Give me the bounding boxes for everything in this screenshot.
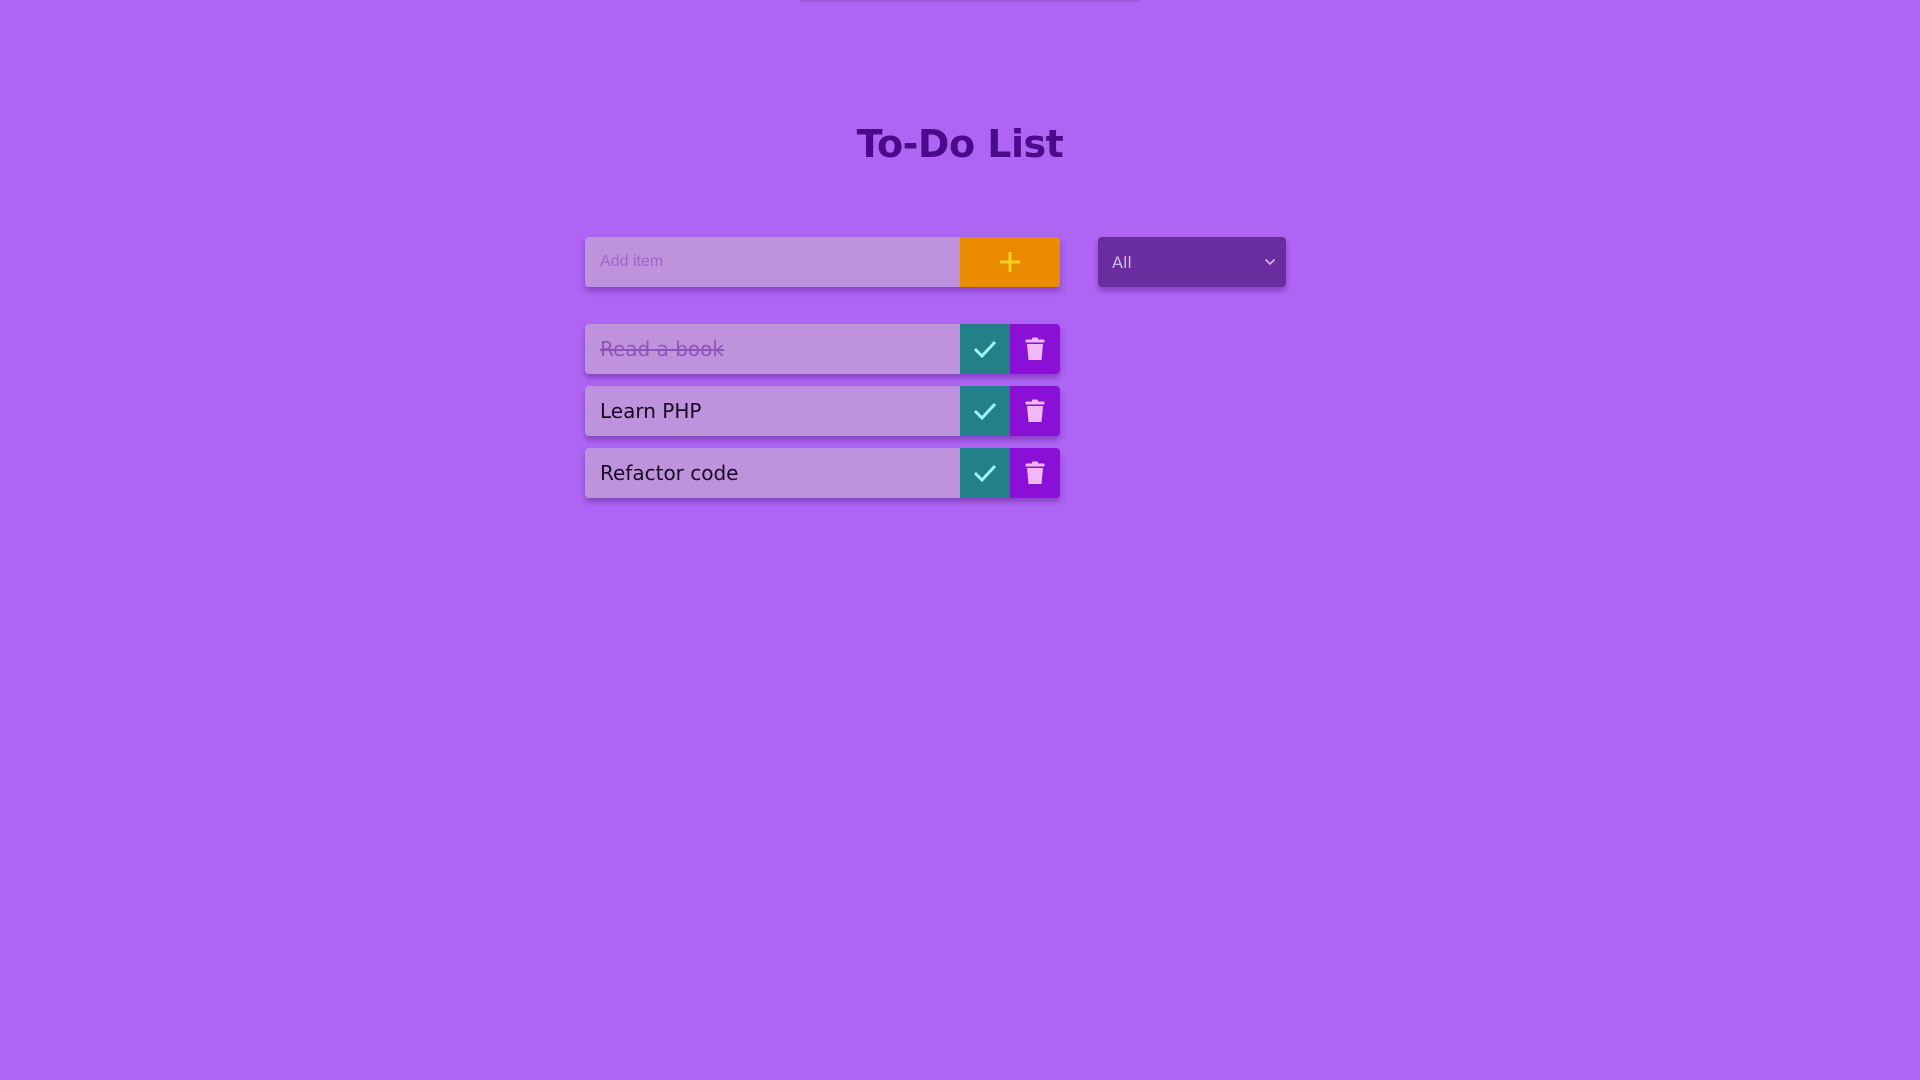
- todo-item: Learn PHP: [585, 386, 1060, 436]
- complete-button[interactable]: [960, 386, 1010, 436]
- filter-select[interactable]: All: [1098, 237, 1286, 287]
- todo-item: Refactor code: [585, 448, 1060, 498]
- todo-list: Read a book Learn PHP Refactor code: [585, 324, 1060, 510]
- trash-icon: [1025, 461, 1045, 484]
- add-item-button[interactable]: [960, 237, 1060, 287]
- chevron-down-icon: [1264, 258, 1276, 266]
- trash-icon: [1025, 399, 1045, 422]
- delete-button[interactable]: [1010, 448, 1060, 498]
- complete-button[interactable]: [960, 324, 1010, 374]
- filter-selected-value: All: [1112, 252, 1132, 272]
- complete-button[interactable]: [960, 448, 1010, 498]
- check-icon: [973, 402, 997, 420]
- add-item-form: [585, 237, 1060, 287]
- trash-icon: [1025, 337, 1045, 360]
- todo-item-text: Read a book: [585, 324, 960, 374]
- plus-icon: [1000, 252, 1020, 272]
- todo-item-text: Refactor code: [585, 448, 960, 498]
- check-icon: [973, 340, 997, 358]
- add-item-input[interactable]: [585, 237, 960, 287]
- page-title: To-Do List: [856, 122, 1064, 166]
- top-edge-shadow: [800, 0, 1140, 3]
- delete-button[interactable]: [1010, 324, 1060, 374]
- delete-button[interactable]: [1010, 386, 1060, 436]
- todo-item-text: Learn PHP: [585, 386, 960, 436]
- todo-item: Read a book: [585, 324, 1060, 374]
- check-icon: [973, 464, 997, 482]
